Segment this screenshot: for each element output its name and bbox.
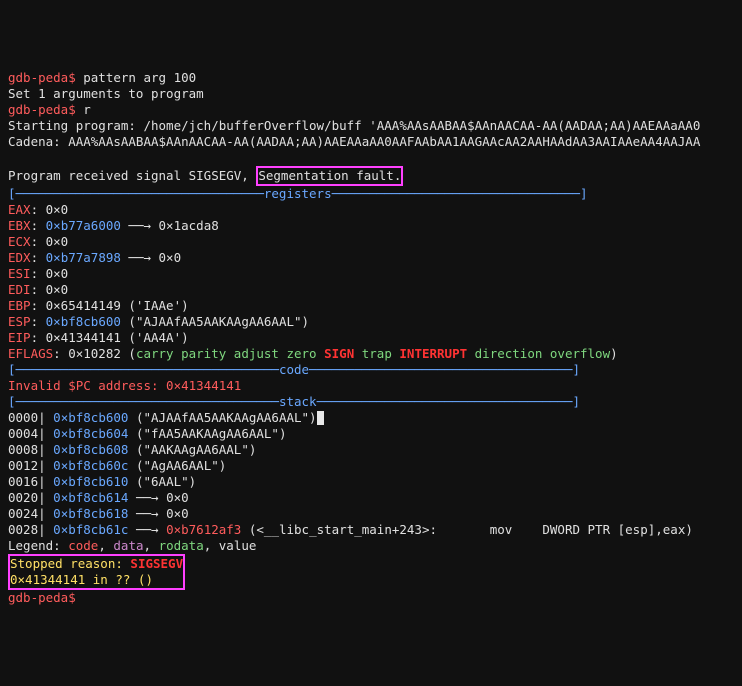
stack-addr-5: 0×bf8cb614 <box>53 490 128 505</box>
ef-trap: trap <box>354 346 399 361</box>
code-hdr-post: ───────────────────────────────────] <box>309 362 580 377</box>
legend-prefix: Legend: <box>8 538 68 553</box>
ef-interrupt: INTERRUPT <box>399 346 467 361</box>
reg-eax-val: : 0×0 <box>31 202 69 217</box>
ef-carry: carry <box>136 346 181 361</box>
reg-eflags-val: : 0×10282 ( <box>53 346 136 361</box>
stack-hdr-pre: [─────────────────────────────────── <box>8 394 279 409</box>
stack-off-3: 0012 <box>8 458 38 473</box>
stack-tail-1: ("fAA5AAKAAgAA6AAL") <box>128 426 286 441</box>
reg-esi-val: : 0×0 <box>31 266 69 281</box>
stack-off-0: 0000 <box>8 410 38 425</box>
set-args-line: Set 1 arguments to program <box>8 86 204 101</box>
stack-hdr-label: stack <box>279 394 317 409</box>
reg-edi-key: EDI <box>8 282 31 297</box>
reg-eax-key: EAX <box>8 202 31 217</box>
ef-close: ) <box>610 346 618 361</box>
ef-dir-overflow: direction overflow <box>467 346 610 361</box>
registers-hdr-pre: [───────────────────────────────── <box>8 186 264 201</box>
reg-eip-val: : 0×41344141 ('AA4A') <box>31 330 189 345</box>
reg-esp-addr: 0×bf8cb600 <box>46 314 121 329</box>
stack-addr-2: 0×bf8cb608 <box>53 442 128 457</box>
stack-addr2-7: 0×b7612af3 <box>166 522 241 537</box>
code-hdr-label: code <box>279 362 309 377</box>
stack-off-2: 0008 <box>8 442 38 457</box>
legend-code: code <box>68 538 98 553</box>
stopped-signal: SIGSEGV <box>130 556 183 571</box>
stopped-reason-label: Stopped reason: <box>10 556 130 571</box>
legend-rodata: rodata <box>159 538 204 553</box>
reg-esi-key: ESI <box>8 266 31 281</box>
reg-edx-key: EDX <box>8 250 31 265</box>
reg-esp-tail: ("AJAAfAA5AAKAAgAA6AAL") <box>121 314 309 329</box>
reg-ebp-val: : 0×65414149 ('IAAe') <box>31 298 189 313</box>
reg-eflags-key: EFLAGS <box>8 346 53 361</box>
stack-tail-7: (<__libc_start_main+243>: mov DWORD PTR … <box>241 522 693 537</box>
reg-ebx-tail: ──→ 0×1acda8 <box>121 218 219 233</box>
stack-arrow-7: ──→ <box>128 522 166 537</box>
reg-eip-key: EIP <box>8 330 31 345</box>
stack-addr-3: 0×bf8cb60c <box>53 458 128 473</box>
ef-parity: parity <box>181 346 234 361</box>
crash-location: 0×41344141 in ?? () <box>10 572 153 587</box>
stack-off-7: 0028 <box>8 522 38 537</box>
stack-tail-6: ──→ 0×0 <box>128 506 188 521</box>
stack-addr-1: 0×bf8cb604 <box>53 426 128 441</box>
legend-data: data <box>113 538 143 553</box>
reg-ecx-val: : 0×0 <box>31 234 69 249</box>
reg-ebx-key: EBX <box>8 218 31 233</box>
reg-edi-val: : 0×0 <box>31 282 69 297</box>
ef-sign: SIGN <box>324 346 354 361</box>
terminal-output[interactable]: gdb-peda$ pattern arg 100 Set 1 argument… <box>8 70 734 606</box>
stack-off-1: 0004 <box>8 426 38 441</box>
signal-line-prefix: Program received signal SIGSEGV, <box>8 168 256 183</box>
legend-value: , value <box>204 538 257 553</box>
stack-tail-4: ("6AAL") <box>128 474 196 489</box>
stopped-reason-box: Stopped reason: SIGSEGV 0×41344141 in ??… <box>8 554 185 590</box>
reg-esp-key: ESP <box>8 314 31 329</box>
cursor <box>317 411 324 425</box>
command-2: r <box>76 102 91 117</box>
registers-hdr-post: ─────────────────────────────────] <box>332 186 588 201</box>
stack-tail-3: ("AgAA6AAL") <box>128 458 226 473</box>
reg-ecx-key: ECX <box>8 234 31 249</box>
stack-tail-0: ("AJAAfAA5AAKAAgAA6AAL") <box>128 410 316 425</box>
stack-addr-7: 0×bf8cb61c <box>53 522 128 537</box>
reg-edx-tail: ──→ 0×0 <box>121 250 181 265</box>
stack-off-5: 0020 <box>8 490 38 505</box>
ef-zero: zero <box>286 346 324 361</box>
prompt: gdb-peda$ <box>8 102 76 117</box>
stack-addr-6: 0×bf8cb618 <box>53 506 128 521</box>
reg-ebp-key: EBP <box>8 298 31 313</box>
code-hdr-pre: [─────────────────────────────────── <box>8 362 279 377</box>
reg-ebx-addr: 0×b77a6000 <box>46 218 121 233</box>
stack-tail-2: ("AAKAAgAA6AAL") <box>128 442 256 457</box>
stack-off-6: 0024 <box>8 506 38 521</box>
command-1: pattern arg 100 <box>76 70 196 85</box>
stack-hdr-post: ──────────────────────────────────] <box>317 394 580 409</box>
ef-adjust: adjust <box>234 346 287 361</box>
registers-hdr-label: registers <box>264 186 332 201</box>
stack-addr-4: 0×bf8cb610 <box>53 474 128 489</box>
cadena-line: Cadena: AAA%AAsAABAA$AAnAACAA-AA(AADAA;A… <box>8 134 700 149</box>
stack-addr-0: 0×bf8cb600 <box>53 410 128 425</box>
prompt: gdb-peda$ <box>8 590 76 605</box>
starting-program: Starting program: /home/jch/bufferOverfl… <box>8 118 700 133</box>
reg-edx-addr: 0×b77a7898 <box>46 250 121 265</box>
segfault-highlight: Segmentation fault. <box>256 166 403 186</box>
invalid-pc: Invalid $PC address: 0×41344141 <box>8 378 241 393</box>
stack-tail-5: ──→ 0×0 <box>128 490 188 505</box>
prompt: gdb-peda$ <box>8 70 76 85</box>
stack-off-4: 0016 <box>8 474 38 489</box>
